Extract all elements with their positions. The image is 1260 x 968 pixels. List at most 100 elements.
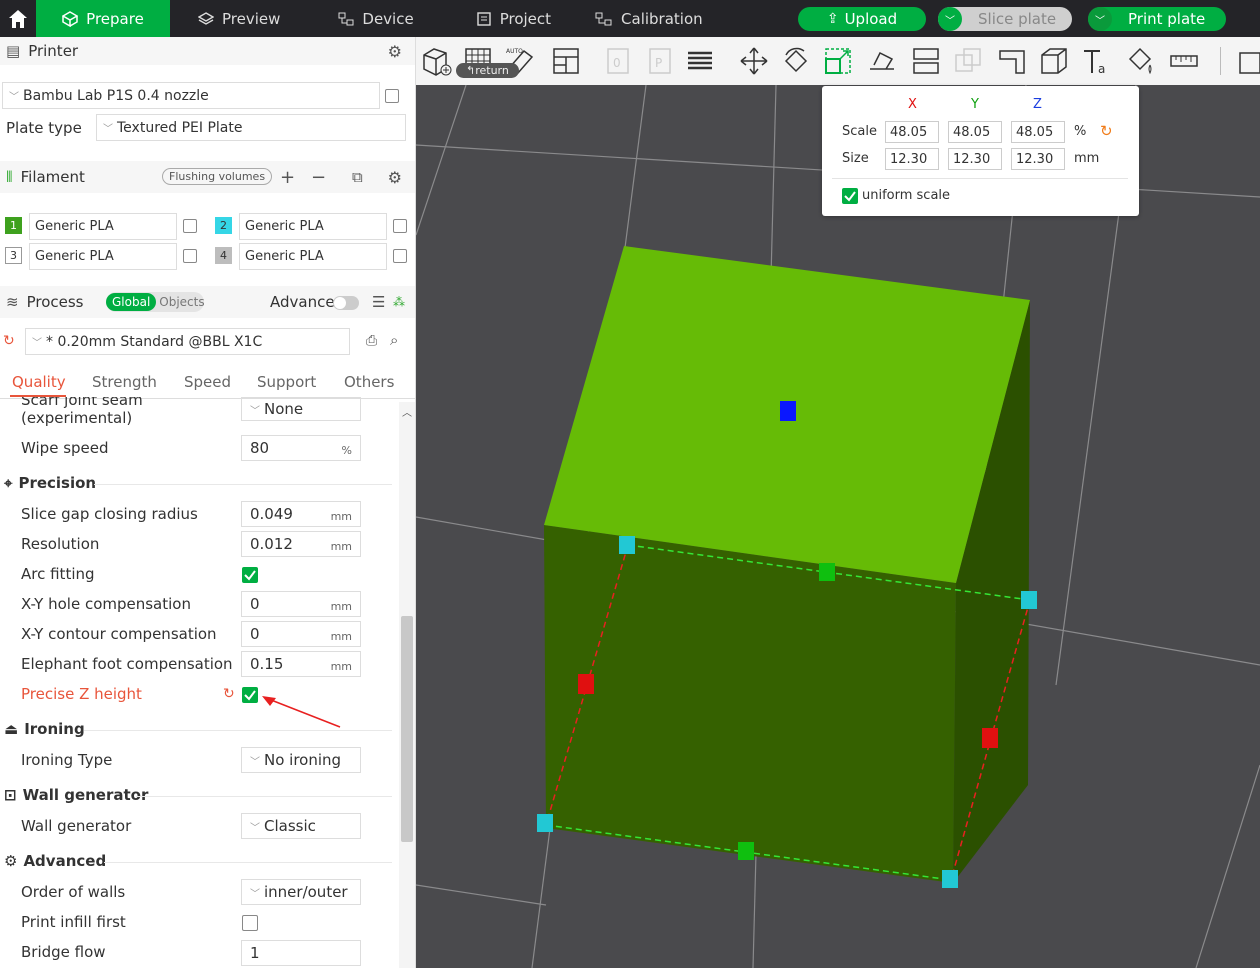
y-handle[interactable] <box>819 563 835 581</box>
order-walls-select[interactable]: ﹀ inner/outer <box>241 879 361 905</box>
scale-icon[interactable] <box>822 45 854 77</box>
edit-icon[interactable] <box>385 89 399 103</box>
scrollbar[interactable]: ︿ <box>399 402 415 968</box>
seam-paint-icon[interactable] <box>1038 45 1070 77</box>
size-z-input[interactable]: 12.30 <box>1011 148 1065 170</box>
gear-icon[interactable]: ⚙ <box>388 42 402 61</box>
precise-z-checkbox[interactable] <box>242 687 258 703</box>
sync-icon[interactable]: ⧉ <box>352 168 363 186</box>
filament-slot-4-color[interactable]: 4 <box>215 247 232 264</box>
filament-slot-1[interactable]: Generic PLA <box>29 213 177 240</box>
tab-calibration[interactable]: Calibration <box>569 0 721 37</box>
plate-1-icon[interactable]: 0 <box>602 45 634 77</box>
layers-list-icon[interactable] <box>684 45 716 77</box>
3d-viewport[interactable] <box>416 85 1260 968</box>
resolution-input[interactable]: 0.012 mm <box>241 531 361 557</box>
tab-others[interactable]: Others <box>344 373 394 391</box>
tab-speed[interactable]: Speed <box>184 373 231 391</box>
measure-icon[interactable] <box>1168 45 1200 77</box>
edit-icon[interactable] <box>393 249 407 263</box>
text-icon[interactable]: a <box>1080 45 1112 77</box>
cut-icon[interactable] <box>910 45 942 77</box>
tab-prepare[interactable]: Prepare <box>36 0 170 37</box>
arrange-icon[interactable] <box>550 45 582 77</box>
color-paint-icon[interactable] <box>1124 45 1156 77</box>
reset-icon[interactable]: ↻ <box>3 333 15 349</box>
edit-icon[interactable] <box>183 219 197 233</box>
tab-preview[interactable]: Preview <box>170 0 298 37</box>
flushing-volumes-button[interactable]: Flushing volumes <box>162 168 273 185</box>
tab-device[interactable]: Device <box>298 0 431 37</box>
x-handle[interactable] <box>578 674 594 694</box>
tab-quality[interactable]: Quality <box>12 373 66 391</box>
size-x-input[interactable]: 12.30 <box>885 148 939 170</box>
advance-toggle[interactable] <box>333 296 359 310</box>
xy-contour-input[interactable]: 0 mm <box>241 621 361 647</box>
boolean-icon[interactable] <box>952 45 984 77</box>
global-objects-toggle[interactable]: Global Objects <box>106 292 205 312</box>
filament-slot-4[interactable]: Generic PLA <box>239 243 387 270</box>
return-button[interactable]: ↰return <box>456 63 519 78</box>
process-preset-select[interactable]: ﹀ * 0.20mm Standard @BBL X1C <box>25 328 350 355</box>
search-icon[interactable]: ⌕ <box>390 331 398 349</box>
lay-on-face-icon[interactable] <box>866 45 898 77</box>
reset-icon[interactable]: ↻ <box>223 686 235 702</box>
chevron-down-icon[interactable]: ﹀ <box>938 7 962 31</box>
printer-select[interactable]: ﹀ Bambu Lab P1S 0.4 nozzle <box>2 82 380 109</box>
corner-handle[interactable] <box>942 870 958 888</box>
build-plate-scene[interactable] <box>416 85 1260 968</box>
x-handle[interactable] <box>982 728 998 748</box>
filament-slot-3-color[interactable]: 3 <box>5 247 22 264</box>
home-button[interactable] <box>0 0 36 37</box>
arc-fitting-checkbox[interactable] <box>242 567 258 583</box>
scale-y-input[interactable]: 48.05 <box>948 121 1002 143</box>
add-icon[interactable]: + <box>280 167 295 188</box>
corner-handle[interactable] <box>537 814 553 832</box>
corner-handle[interactable] <box>619 536 635 554</box>
elephant-foot-input[interactable]: 0.15 mm <box>241 651 361 677</box>
rotate-icon[interactable] <box>780 45 812 77</box>
save-icon[interactable]: ⎙ <box>366 333 377 349</box>
tab-support[interactable]: Support <box>257 373 316 391</box>
scale-x-input[interactable]: 48.05 <box>885 121 939 143</box>
reset-icon[interactable]: ↻ <box>1100 122 1113 140</box>
tab-project[interactable]: Project <box>432 0 569 37</box>
ironing-type-select[interactable]: ﹀ No ironing <box>241 747 361 773</box>
z-handle[interactable] <box>780 401 796 421</box>
xy-hole-input[interactable]: 0 mm <box>241 591 361 617</box>
wipe-speed-input[interactable]: 80% <box>241 435 361 461</box>
chevron-down-icon[interactable]: ﹀ <box>1088 7 1112 31</box>
plate-type-select[interactable]: ﹀ Textured PEI Plate <box>96 114 406 141</box>
upload-button[interactable]: ⇪ Upload <box>798 7 926 31</box>
slice-plate-button[interactable]: ﹀ Slice plate <box>938 7 1072 31</box>
infill-first-checkbox[interactable] <box>242 915 258 931</box>
print-plate-button[interactable]: ﹀ Print plate <box>1088 7 1226 31</box>
compare-icon[interactable]: ⁂ <box>393 295 405 309</box>
plate-p-icon[interactable]: P <box>644 45 676 77</box>
seam-select[interactable]: ﹀ None <box>241 397 361 421</box>
filament-slot-1-color[interactable]: 1 <box>5 217 22 234</box>
bridge-flow-input[interactable]: 1 <box>241 940 361 966</box>
move-icon[interactable] <box>738 45 770 77</box>
list-icon[interactable]: ☰ <box>372 293 385 311</box>
scrollbar-thumb[interactable] <box>401 616 413 842</box>
scale-z-input[interactable]: 48.05 <box>1011 121 1065 143</box>
edit-icon[interactable] <box>183 249 197 263</box>
tab-strength[interactable]: Strength <box>92 373 157 391</box>
edit-icon[interactable] <box>393 219 407 233</box>
support-paint-icon[interactable] <box>996 45 1028 77</box>
gap-closing-input[interactable]: 0.049 mm <box>241 501 361 527</box>
cube-front-face[interactable] <box>544 525 956 883</box>
filament-slot-2-color[interactable]: 2 <box>215 217 232 234</box>
cube-model[interactable] <box>544 246 1030 883</box>
objects-option[interactable]: Objects <box>156 295 204 309</box>
remove-icon[interactable]: − <box>311 167 326 188</box>
assembly-icon[interactable] <box>1236 45 1260 77</box>
y-handle[interactable] <box>738 842 754 860</box>
filament-slot-3[interactable]: Generic PLA <box>29 243 177 270</box>
corner-handle[interactable] <box>1021 591 1037 609</box>
gear-icon[interactable]: ⚙ <box>388 168 402 187</box>
scroll-up-icon[interactable]: ︿ <box>402 404 412 419</box>
add-object-icon[interactable] <box>420 45 452 77</box>
size-y-input[interactable]: 12.30 <box>948 148 1002 170</box>
